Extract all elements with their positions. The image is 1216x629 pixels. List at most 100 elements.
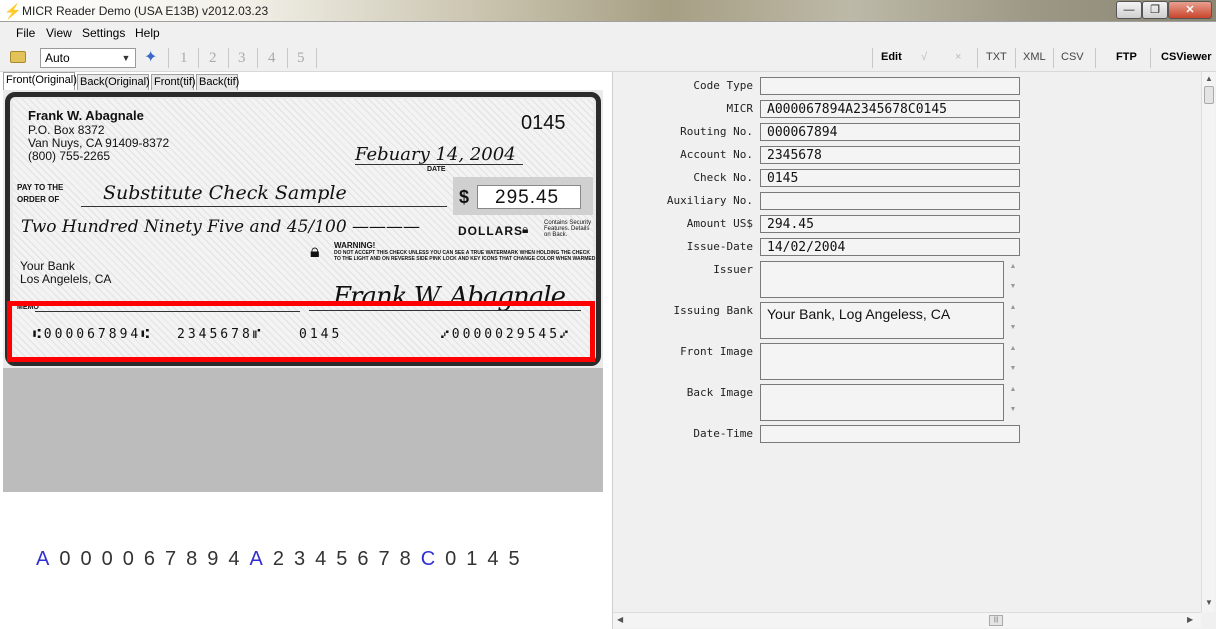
cancel-button[interactable]: × [955,51,961,63]
csviewer-button[interactable]: CSViewer [1161,51,1212,63]
minimize-button[interactable]: — [1116,1,1142,19]
menu-file[interactable]: File [16,26,35,40]
scroll-thumb[interactable]: ||| [989,615,1003,626]
code-type-label: Code Type [693,79,753,92]
edit-button[interactable]: Edit [881,51,902,63]
micr-digit-char: 8 [186,548,208,570]
page-5-button[interactable]: 5 [297,50,305,67]
account-no-field[interactable]: 2345678 [760,146,1020,164]
issue-date-field[interactable]: 14/02/2004 [760,238,1020,256]
routing-no-field[interactable]: 000067894 [760,123,1020,141]
xml-button[interactable]: XML [1023,51,1046,63]
front-image-field[interactable] [760,343,1004,380]
security-note: Contains Security Features. Details on B… [544,220,592,238]
amount-us-value: 294.45 [767,217,814,232]
mode-select[interactable]: Auto ▼ [40,48,136,68]
dollars-label: DOLLARS [458,224,523,238]
micr-digit-char: 6 [357,548,379,570]
tab-back-tif[interactable]: Back(tif) [196,74,239,90]
spin-arrows-icon[interactable]: ▲ ▼ [1006,344,1020,381]
image-tabs: Front(Original) Back(Original) Front(tif… [0,72,606,90]
page-2-button[interactable]: 2 [209,50,217,67]
routing-no-value: 000067894 [767,125,838,140]
padlock-warning-icon: 🔒︎ [310,241,320,261]
amount-in-words: Two Hundred Ninety Five and 45/100 ———— [21,217,421,237]
app-lightning-icon: ⚡ [4,3,22,19]
check-amount: 295.45 [495,187,560,208]
micr-value: A000067894A2345678C0145 [767,102,948,117]
spin-arrows-icon[interactable]: ▲ ▼ [1006,262,1020,299]
micr-digit-char: 4 [228,548,250,570]
bank-city: Los Angelels, CA [20,272,112,286]
micr-digit-char: 0 [101,548,123,570]
check-number: 0145 [521,112,566,134]
front-image-label: Front Image [680,345,753,358]
toolbar-divider [1150,48,1151,68]
payer-phone: (800) 755-2265 [28,149,111,163]
check-no-field[interactable]: 0145 [760,169,1020,187]
toolbar-divider [257,48,258,68]
recognized-micr-panel: A000067894A2345678C0145 [0,492,606,629]
scroll-thumb[interactable] [1204,86,1214,104]
close-button[interactable]: ✕ [1168,1,1212,19]
scroll-right-icon[interactable]: ▶ [1187,615,1193,624]
maximize-button[interactable]: ❐ [1142,1,1168,19]
fields-pane: Code Type MICR A000067894A2345678C0145 Rout… [612,72,1216,629]
routing-no-label: Routing No. [680,125,753,138]
ftp-button[interactable]: FTP [1116,51,1137,63]
back-image-field[interactable] [760,384,1004,421]
issuing-bank-field[interactable]: Your Bank, Log Angeless, CA [760,302,1004,339]
toolbar-divider [168,48,169,68]
payee-line [81,206,447,207]
toolbar-divider [1095,48,1096,68]
open-folder-icon[interactable] [10,51,26,63]
spin-arrows-icon[interactable]: ▲ ▼ [1006,303,1020,340]
auxiliary-no-field[interactable] [760,192,1020,210]
tab-front-original[interactable]: Front(Original) [3,72,77,90]
confirm-button[interactable]: √ [921,51,927,63]
tab-back-original[interactable]: Back(Original) [77,74,150,90]
warning-title: WARNING! [334,241,376,250]
issue-date-label: Issue-Date [686,240,753,253]
amount-us-label: Amount US$ [686,217,753,230]
issuer-field[interactable] [760,261,1004,298]
chevron-down-icon[interactable]: ▼ [119,50,133,66]
amount-us-field[interactable]: 294.45 [760,215,1020,233]
horizontal-scrollbar[interactable]: ◀ ||| ▶ [613,612,1201,628]
micr-digit-char: 0 [80,548,102,570]
dollar-sign: $ [459,187,470,207]
toolbar: Auto ▼ ✦ 1 2 3 4 5 Edit √ × TXT XML CSV … [0,44,1216,72]
page-4-button[interactable]: 4 [268,50,276,67]
micr-symbol-char: C [420,548,446,570]
micr-digit-char: 5 [508,548,530,570]
scroll-left-icon[interactable]: ◀ [617,615,623,624]
tab-front-tif[interactable]: Front(tif) [151,74,196,90]
code-type-field[interactable] [760,77,1020,95]
menu-help[interactable]: Help [135,26,160,40]
check-image-viewer[interactable]: Frank W. Abagnale P.O. Box 8372 Van Nuys… [3,90,603,492]
vertical-scrollbar[interactable]: ▲ ▼ [1201,72,1215,612]
micr-digit-char: 8 [399,548,421,570]
toolbar-divider [287,48,288,68]
recognized-micr-text: A000067894A2345678C0145 [36,548,530,571]
page-3-button[interactable]: 3 [238,50,246,67]
micr-field[interactable]: A000067894A2345678C0145 [760,100,1020,118]
spin-arrows-icon[interactable]: ▲ ▼ [1006,385,1020,422]
csv-button[interactable]: CSV [1061,51,1084,63]
payer-address-line: Van Nuys, CA 91409-8372 [28,136,170,150]
scan-icon[interactable]: ✦ [144,49,164,67]
txt-button[interactable]: TXT [986,51,1007,63]
scroll-up-icon[interactable]: ▲ [1202,74,1216,83]
menu-settings[interactable]: Settings [82,26,125,40]
menu-view[interactable]: View [46,26,72,40]
micr-symbol-char: A [36,548,60,570]
image-pane: Front(Original) Back(Original) Front(tif… [0,72,606,629]
micr-digit-char: 1 [466,548,488,570]
mode-select-value: Auto [45,51,70,65]
page-1-button[interactable]: 1 [180,50,188,67]
payer-address-line: P.O. Box 8372 [28,123,105,137]
date-time-field[interactable] [760,425,1020,443]
date-time-label: Date-Time [693,427,753,440]
scroll-down-icon[interactable]: ▼ [1202,598,1216,607]
window-title: MICR Reader Demo (USA E13B) v2012.03.23 [22,4,269,18]
